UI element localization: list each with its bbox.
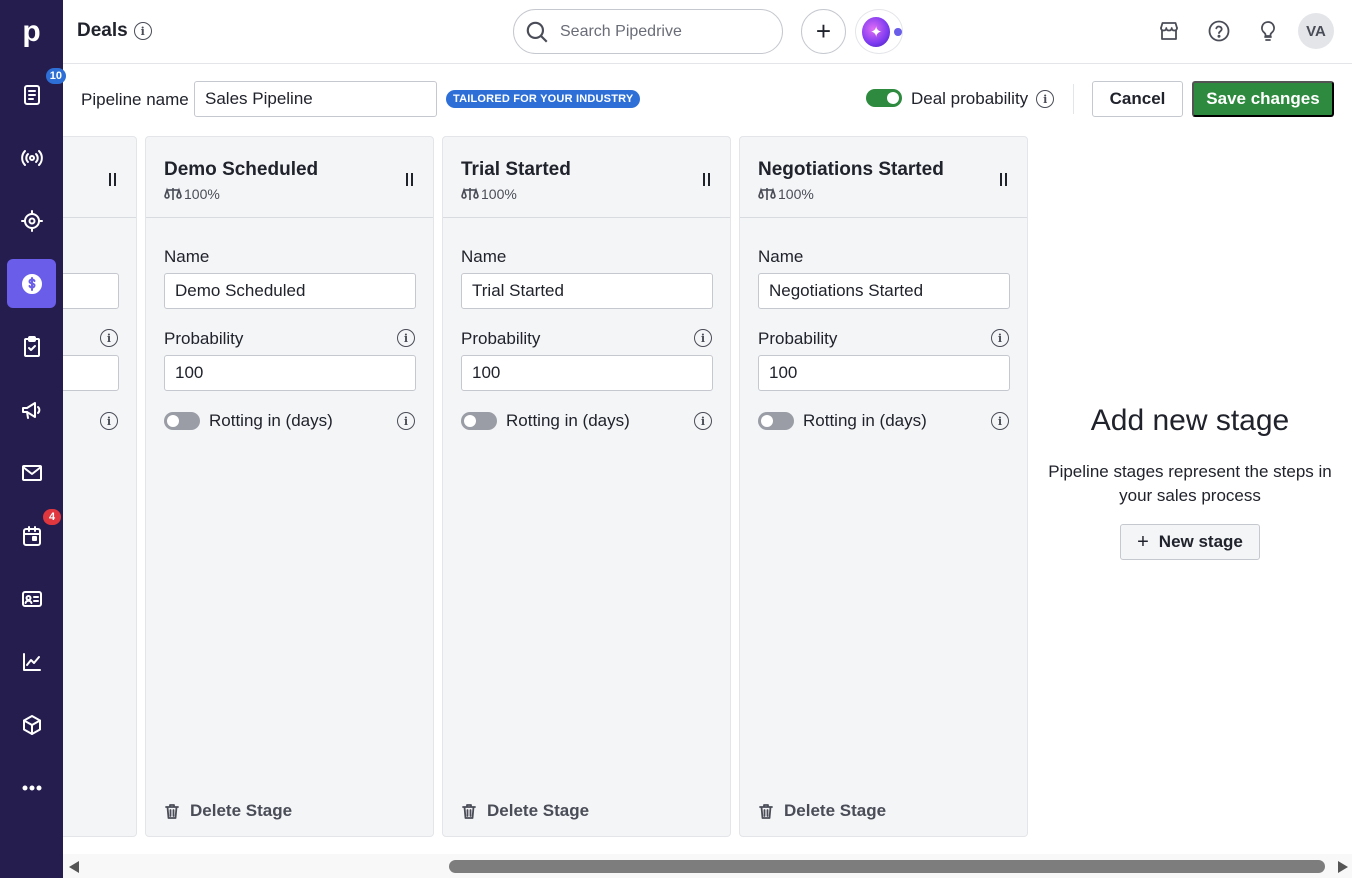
delete-stage-button[interactable]: Delete Stage [164, 801, 292, 821]
scroll-left-arrow-icon[interactable] [69, 861, 79, 873]
megaphone-icon [21, 401, 40, 419]
stage-header: Negotiations Started 100% [740, 137, 1027, 218]
drag-handle-icon[interactable] [406, 173, 413, 186]
new-stage-button[interactable]: + New stage [1120, 524, 1260, 560]
info-icon[interactable]: i [991, 329, 1009, 347]
main-sidebar: p 10 4 [0, 0, 66, 878]
contact-card-icon [21, 590, 42, 607]
mail-icon [21, 464, 42, 481]
probability-label: Probability [461, 329, 541, 348]
stage-title: Negotiations Started [758, 159, 944, 180]
stage-probability: 100% [164, 186, 220, 202]
drag-handle-icon[interactable] [703, 173, 710, 186]
sidebar-item-insights[interactable] [7, 637, 56, 686]
stage-probability-text: 100% [184, 186, 220, 202]
calendar-icon [22, 525, 41, 546]
rotting-toggle[interactable] [164, 412, 200, 430]
stage-probability-input[interactable] [63, 355, 119, 391]
rotting-toggle[interactable] [461, 412, 497, 430]
leads-inbox-icon [23, 84, 40, 105]
probability-label: Probability [164, 329, 244, 348]
sidebar-item-products[interactable] [7, 700, 56, 749]
rotting-toggle[interactable] [758, 412, 794, 430]
sidebar-item-activities[interactable] [7, 322, 56, 371]
calendar-count-badge: 4 [43, 509, 61, 525]
trash-icon [165, 803, 179, 819]
sidebar-item-goals[interactable] [7, 196, 56, 245]
info-icon[interactable]: i [991, 412, 1009, 430]
clipboard-check-icon [23, 335, 40, 357]
stage-probability: 100% [461, 186, 517, 202]
info-icon[interactable]: i [694, 329, 712, 347]
stage-probability-text: 100% [778, 186, 814, 202]
scrollbar-thumb[interactable] [449, 860, 1325, 873]
name-label: Name [758, 247, 804, 266]
sidebar-item-deals[interactable] [7, 259, 56, 308]
trash-icon [759, 803, 773, 819]
add-stage-title: Add new stage [1090, 404, 1290, 437]
broadcast-icon [20, 149, 43, 166]
stage-name-input[interactable] [63, 273, 119, 309]
stage-probability-text: 100% [481, 186, 517, 202]
info-icon[interactable]: i [694, 412, 712, 430]
target-icon [20, 209, 43, 232]
sidebar-item-leads[interactable]: 10 [7, 68, 66, 119]
info-icon[interactable]: i [397, 412, 415, 430]
stage-column-partial: i i [63, 136, 137, 837]
info-icon[interactable]: i [100, 329, 118, 347]
delete-stage-button[interactable]: Delete Stage [758, 801, 886, 821]
sidebar-item-more[interactable] [7, 763, 56, 812]
rotting-label: Rotting in (days) [506, 411, 630, 430]
info-icon[interactable]: i [100, 412, 118, 430]
stage-probability-input[interactable] [758, 355, 1010, 391]
new-stage-label: New stage [1158, 532, 1243, 551]
stage-header: Trial Started 100% [443, 137, 730, 218]
sidebar-item-contacts[interactable] [7, 574, 56, 623]
stage-probability: 100% [758, 186, 814, 202]
delete-stage-label: Delete Stage [784, 801, 887, 820]
trash-icon [462, 803, 476, 819]
scale-icon [164, 187, 182, 200]
stage-name-input[interactable] [461, 273, 713, 309]
stage-column: Demo Scheduled 100% Name Probability i R… [145, 136, 434, 837]
stage-name-input[interactable] [758, 273, 1010, 309]
stage-title: Demo Scheduled [164, 159, 319, 180]
delete-stage-label: Delete Stage [190, 801, 293, 820]
chart-line-icon [22, 652, 41, 671]
scale-icon [758, 187, 776, 200]
stage-header [63, 137, 136, 218]
stage-column: Negotiations Started 100% Name Probabili… [739, 136, 1028, 837]
info-icon[interactable]: i [397, 329, 415, 347]
stage-title: Trial Started [461, 159, 571, 180]
delete-stage-button[interactable]: Delete Stage [461, 801, 589, 821]
stage-probability-input[interactable] [461, 355, 713, 391]
stage-name-input[interactable] [164, 273, 416, 309]
rotting-label: Rotting in (days) [803, 411, 927, 430]
more-dots-icon [22, 785, 41, 790]
sidebar-item-mail[interactable] [7, 448, 56, 497]
stage-probability-input[interactable] [164, 355, 416, 391]
drag-handle-icon[interactable] [1000, 173, 1007, 186]
sidebar-item-campaigns-marketing[interactable] [7, 385, 56, 434]
rotting-label: Rotting in (days) [209, 411, 333, 430]
probability-label: Probability [758, 329, 838, 348]
pipedrive-logo[interactable]: p [0, 0, 63, 63]
add-stage-panel: Add new stage Pipeline stages represent … [1040, 400, 1340, 560]
horizontal-scrollbar[interactable] [63, 854, 1352, 878]
add-stage-description: Pipeline stages represent the steps in y… [1048, 462, 1332, 505]
box-icon [22, 714, 41, 735]
delete-stage-label: Delete Stage [487, 801, 590, 820]
scale-icon [461, 187, 479, 200]
stage-header: Demo Scheduled 100% [146, 137, 433, 218]
name-label: Name [461, 247, 507, 266]
name-label: Name [164, 247, 210, 266]
stage-board: i i Demo Scheduled 100% Name Probability… [63, 0, 1352, 854]
drag-handle-icon[interactable] [109, 173, 116, 186]
stage-column: Trial Started 100% Name Probability i Ro… [442, 136, 731, 837]
plus-icon: + [1137, 530, 1149, 553]
sidebar-item-calendar[interactable]: 4 [7, 509, 61, 560]
sidebar-item-campaigns[interactable] [7, 133, 56, 182]
dollar-icon [21, 273, 42, 294]
scroll-right-arrow-icon[interactable] [1338, 861, 1348, 873]
